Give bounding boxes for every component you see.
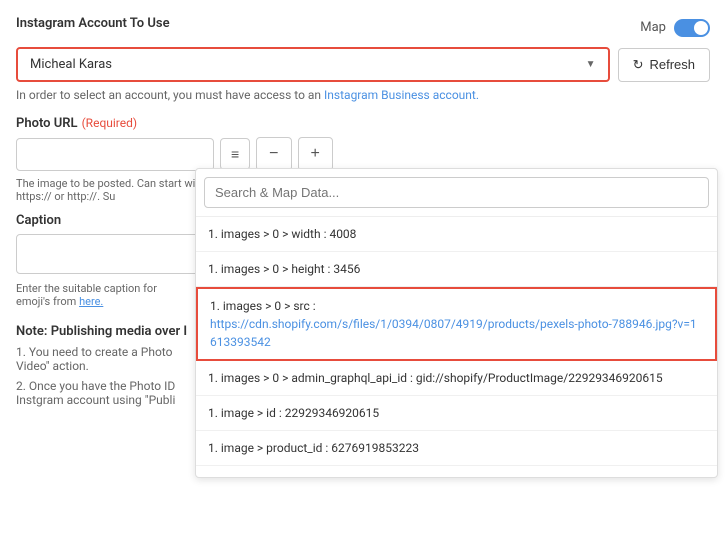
account-dropdown[interactable]: Micheal Karas ▼	[16, 47, 610, 82]
search-dropdown: 1. images > 0 > width : 40081. images > …	[195, 168, 718, 478]
caption-label: Caption	[16, 213, 206, 228]
photo-url-label: Photo URL(Required)	[16, 116, 206, 131]
account-select-row: Micheal Karas ▼ ↻ Refresh	[16, 47, 710, 82]
dropdown-item[interactable]: 1. image > product_id : 6276919853223	[196, 431, 717, 466]
search-wrapper	[196, 169, 717, 217]
left-column: Photo URL(Required) ≡ − + The image to b…	[16, 116, 206, 413]
photo-url-row: ≡ − +	[16, 137, 206, 171]
plus-icon: +	[311, 145, 320, 163]
dropdown-item[interactable]: 1. images > 0 > src :https://cdn.shopify…	[196, 287, 717, 361]
caption-info: Enter the suitable caption for emoji's f…	[16, 282, 206, 308]
map-label: Map	[640, 20, 666, 35]
map-toggle-area: Map	[640, 19, 710, 37]
dropdown-item[interactable]: 1. image > position : 1	[196, 466, 717, 477]
account-name: Micheal Karas	[30, 57, 112, 72]
refresh-button[interactable]: ↻ Refresh	[618, 48, 710, 82]
hamburger-icon: ≡	[231, 146, 239, 162]
minus-icon: −	[269, 145, 278, 163]
dropdown-item[interactable]: 1. images > 0 > admin_graphql_api_id : g…	[196, 361, 717, 396]
dropdown-item[interactable]: 1. images > 0 > height : 3456	[196, 252, 717, 287]
dropdown-item[interactable]: 1. image > id : 22929346920615	[196, 396, 717, 431]
refresh-label: Refresh	[649, 57, 695, 72]
note-item-2: 2. Once you have the Photo ID Instgram a…	[16, 379, 206, 407]
plus-button[interactable]: +	[298, 137, 333, 171]
hamburger-button[interactable]: ≡	[220, 138, 250, 170]
map-toggle[interactable]	[674, 19, 710, 37]
chevron-down-icon: ▼	[586, 59, 596, 70]
note-item-1: 1. You need to create a Photo Video" act…	[16, 345, 206, 373]
dropdown-list: 1. images > 0 > width : 40081. images > …	[196, 217, 717, 477]
caption-section: Caption Enter the suitable caption for e…	[16, 213, 206, 308]
refresh-icon: ↻	[633, 57, 644, 73]
search-input[interactable]	[204, 177, 709, 208]
emoji-link[interactable]: here.	[79, 295, 103, 308]
note-label: Note: Publishing media over I	[16, 324, 206, 339]
section-title: Instagram Account To Use	[16, 16, 170, 31]
section-header: Instagram Account To Use Map	[16, 16, 710, 39]
minus-button[interactable]: −	[256, 137, 291, 171]
caption-input[interactable]	[16, 234, 206, 274]
required-tag: (Required)	[82, 116, 137, 130]
account-info-text: In order to select an account, you must …	[16, 88, 710, 102]
instagram-business-link[interactable]: Instagram Business account.	[324, 88, 479, 102]
note-section: Note: Publishing media over I 1. You nee…	[16, 324, 206, 407]
photo-url-info: The image to be posted. Can start with h…	[16, 177, 206, 203]
photo-url-input[interactable]	[16, 138, 214, 171]
dropdown-item[interactable]: 1. images > 0 > width : 4008	[196, 217, 717, 252]
